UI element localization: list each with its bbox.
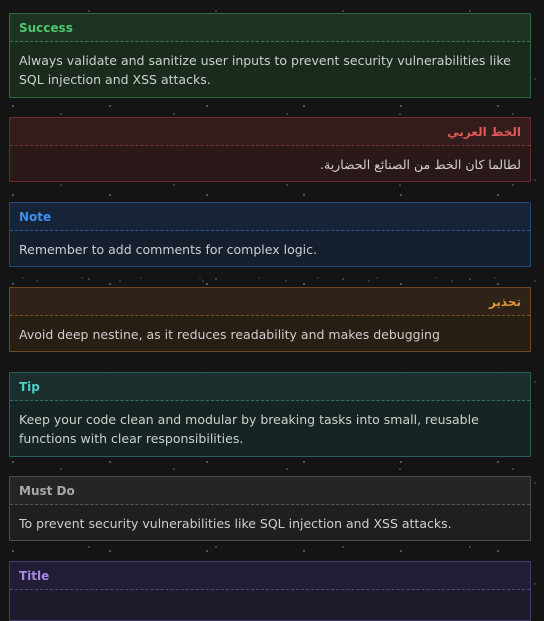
callout-title: تحذير [488, 294, 521, 309]
callout-body: Always validate and sanitize user inputs… [19, 53, 511, 87]
callout-header: تحذير [10, 288, 530, 316]
callout-success: Success Always validate and sanitize use… [9, 13, 531, 98]
callout-note: Note Remember to add comments for comple… [9, 202, 531, 267]
callout-warning: تحذير Avoid deep nestine, as it reduces … [9, 287, 531, 352]
callout-title: Success [19, 20, 73, 35]
callout-title: الخط العربي [447, 124, 521, 139]
callout-body: Remember to add comments for complex log… [19, 242, 317, 257]
callout-title: Tip [19, 379, 40, 394]
callout-tip: Tip Keep your code clean and modular by … [9, 372, 531, 457]
callout-header: Success [10, 14, 530, 42]
callout-body: لطالما كان الخط من الصنائع الحضارية. [10, 146, 530, 184]
callout-body: Keep your code clean and modular by brea… [19, 412, 479, 446]
callout-body: To prevent security vulnerabilities like… [19, 516, 452, 531]
callout-header: Must Do [10, 477, 530, 505]
callout-title: Title [19, 568, 50, 583]
callout-header: Title [10, 562, 530, 590]
callout-must-do: Must Do To prevent security vulnerabilit… [9, 476, 531, 541]
callout-title: Must Do [19, 483, 75, 498]
callout-arabic-calligraphy: الخط العربي لطالما كان الخط من الصنائع ا… [9, 117, 531, 182]
callout-header: الخط العربي [10, 118, 530, 146]
callout-title-box: Title [9, 561, 531, 621]
callout-body-text: لطالما كان الخط من الصنائع الحضارية. [320, 157, 521, 172]
callout-header: Tip [10, 373, 530, 401]
callout-body: Avoid deep nestine, as it reduces readab… [19, 327, 440, 342]
callout-body [10, 590, 530, 609]
callout-header: Note [10, 203, 530, 231]
callout-title: Note [19, 209, 52, 224]
